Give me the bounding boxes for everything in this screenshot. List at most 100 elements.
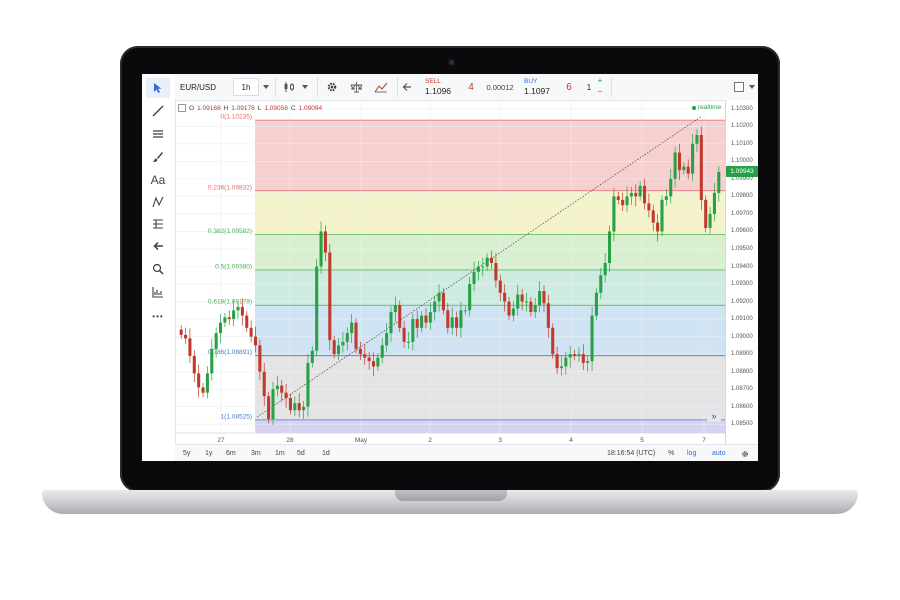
symbol-label: EUR/USD: [180, 82, 217, 92]
fib-level-label: 0.5(1.09380): [215, 264, 252, 271]
price-axis-tick: 1.09700: [731, 210, 753, 217]
zoom-icon[interactable]: [146, 259, 170, 279]
compare-scales-icon[interactable]: [347, 78, 365, 96]
horizontal-lines-tool-icon[interactable]: [146, 124, 170, 144]
fib-level-label: 0(1.10235): [221, 114, 252, 121]
price-axis-tick: 1.08900: [731, 351, 753, 358]
price-axis-tick: 1.09300: [731, 281, 753, 288]
time-axis-tick: 3: [498, 437, 502, 444]
price-axis-tick: 1.08800: [731, 368, 753, 375]
candle: [660, 195, 664, 236]
price-axis-tick: 1.08500: [731, 421, 753, 428]
price-axis-tick: 1.09200: [731, 298, 753, 305]
candle: [594, 288, 598, 320]
candle: [184, 327, 188, 345]
back-arrow-icon[interactable]: [146, 236, 170, 256]
price-chart[interactable]: 0(1.10235) 0.236(1.09832) 0.382(1.09582) 0.…: [175, 100, 725, 448]
auto-scale-toggle[interactable]: auto: [712, 448, 726, 459]
close-value: 1.09094: [298, 104, 323, 112]
candle: [249, 320, 253, 343]
realtime-dot-icon: [692, 105, 696, 110]
layout-dropdown-icon[interactable]: [747, 78, 756, 96]
settings-gear-icon[interactable]: [323, 78, 341, 96]
time-axis-tick: May: [355, 437, 368, 444]
time-axis-tick: 28: [286, 437, 294, 444]
candle: [704, 195, 708, 233]
candles-icon[interactable]: [279, 78, 299, 96]
brush-tool-icon[interactable]: [146, 147, 170, 167]
fibonacci-tool-icon[interactable]: [146, 214, 170, 234]
fib-level-label: 0.618(1.09179): [208, 299, 252, 306]
price-axis-tick: 1.09100: [731, 316, 753, 323]
time-axis-tick: 7: [702, 437, 706, 444]
price-axis-tick: 1.08600: [731, 403, 753, 410]
close-label: C: [290, 104, 296, 112]
fib-zone: [255, 419, 725, 433]
buy-pips: 6: [566, 81, 572, 93]
laptop-notch: [395, 490, 507, 501]
fib-zone: [255, 120, 725, 191]
range-1d[interactable]: 1d: [322, 448, 330, 459]
range-6m[interactable]: 6m: [226, 448, 236, 459]
price-axis-tick: 1.10300: [731, 105, 753, 112]
candle: [179, 325, 183, 340]
time-axis-tick: 27: [217, 437, 225, 444]
buy-label: BUY: [524, 78, 538, 85]
range-5y[interactable]: 5y: [183, 448, 190, 459]
range-5d[interactable]: 5d: [297, 448, 305, 459]
price-axis-tick: 1.09000: [731, 333, 753, 340]
range-1y[interactable]: 1y: [205, 448, 212, 459]
chart-settings-gear-icon[interactable]: [741, 448, 749, 459]
percent-scale-toggle[interactable]: %: [668, 448, 674, 459]
text-tool-icon[interactable]: Aa: [146, 170, 170, 190]
symbol-selector[interactable]: EUR/USD: [177, 78, 231, 96]
clock-time: 18:16:54 (UTC): [607, 450, 656, 457]
candle: [205, 366, 209, 399]
more-tools-icon[interactable]: •••: [146, 306, 170, 326]
candle: [227, 310, 231, 325]
range-3m[interactable]: 3m: [251, 448, 261, 459]
realtime-label: realtime: [698, 104, 722, 111]
undo-arrow-icon[interactable]: [401, 78, 413, 96]
open-value: 1.09168: [197, 104, 221, 112]
price-axis-tick: 1.10000: [731, 158, 753, 165]
fib-level-label: 0.786(1.08891): [208, 349, 252, 356]
interval-selector[interactable]: 1h: [233, 78, 259, 96]
candle: [398, 300, 402, 333]
sell-price: 1.1096: [425, 86, 451, 96]
quantity-decrease-button[interactable]: −: [593, 86, 607, 97]
fib-zone: [255, 270, 725, 306]
candle: [201, 383, 205, 398]
drawing-toolbar: Aa •••: [142, 74, 176, 461]
sell-label: SELL: [425, 78, 441, 85]
layout-square-icon[interactable]: [733, 78, 745, 96]
candle: [267, 391, 271, 424]
price-axis-tick: 1.09500: [731, 245, 753, 252]
time-axis-tick: 2: [428, 437, 432, 444]
bottom-toolbar: 5y 1y 6m 3m 1m 5d 1d 18:16:54 (UTC) % lo…: [175, 444, 758, 461]
measure-tool-icon[interactable]: [146, 282, 170, 302]
indicators-icon[interactable]: [371, 78, 391, 96]
fib-level-label: 1(1.08525): [221, 413, 252, 420]
legend-settings-icon[interactable]: [178, 104, 186, 112]
price-axis[interactable]: 1.10300 1.10200 1.10100 1.10000 1.09900 1.098…: [725, 100, 758, 444]
low-label: L: [257, 104, 262, 112]
price-axis-tick: 1.09600: [731, 228, 753, 235]
price-axis-tick: 1.09800: [731, 193, 753, 200]
open-label: O: [189, 104, 195, 112]
interval-label: 1h: [241, 82, 251, 92]
range-1m[interactable]: 1m: [275, 448, 285, 459]
candle: [192, 350, 196, 382]
trend-line-tool-icon[interactable]: [146, 101, 170, 121]
chart-type-dropdown-icon[interactable]: [300, 78, 310, 96]
scroll-to-latest-button[interactable]: »: [707, 410, 721, 422]
cursor-tool-icon[interactable]: [146, 78, 170, 98]
ohlc-legend: O 1.09168 H 1.09178 L 1.09058 C 1.09094: [178, 104, 322, 112]
interval-dropdown-icon[interactable]: [261, 78, 271, 96]
pattern-tool-icon[interactable]: [146, 192, 170, 212]
quantity-increase-button[interactable]: +: [593, 75, 607, 86]
price-axis-tick: 1.09400: [731, 263, 753, 270]
log-scale-toggle[interactable]: log: [687, 448, 696, 459]
price-axis-tick: 1.08700: [731, 386, 753, 393]
last-price-badge: 1.09943: [726, 165, 758, 177]
